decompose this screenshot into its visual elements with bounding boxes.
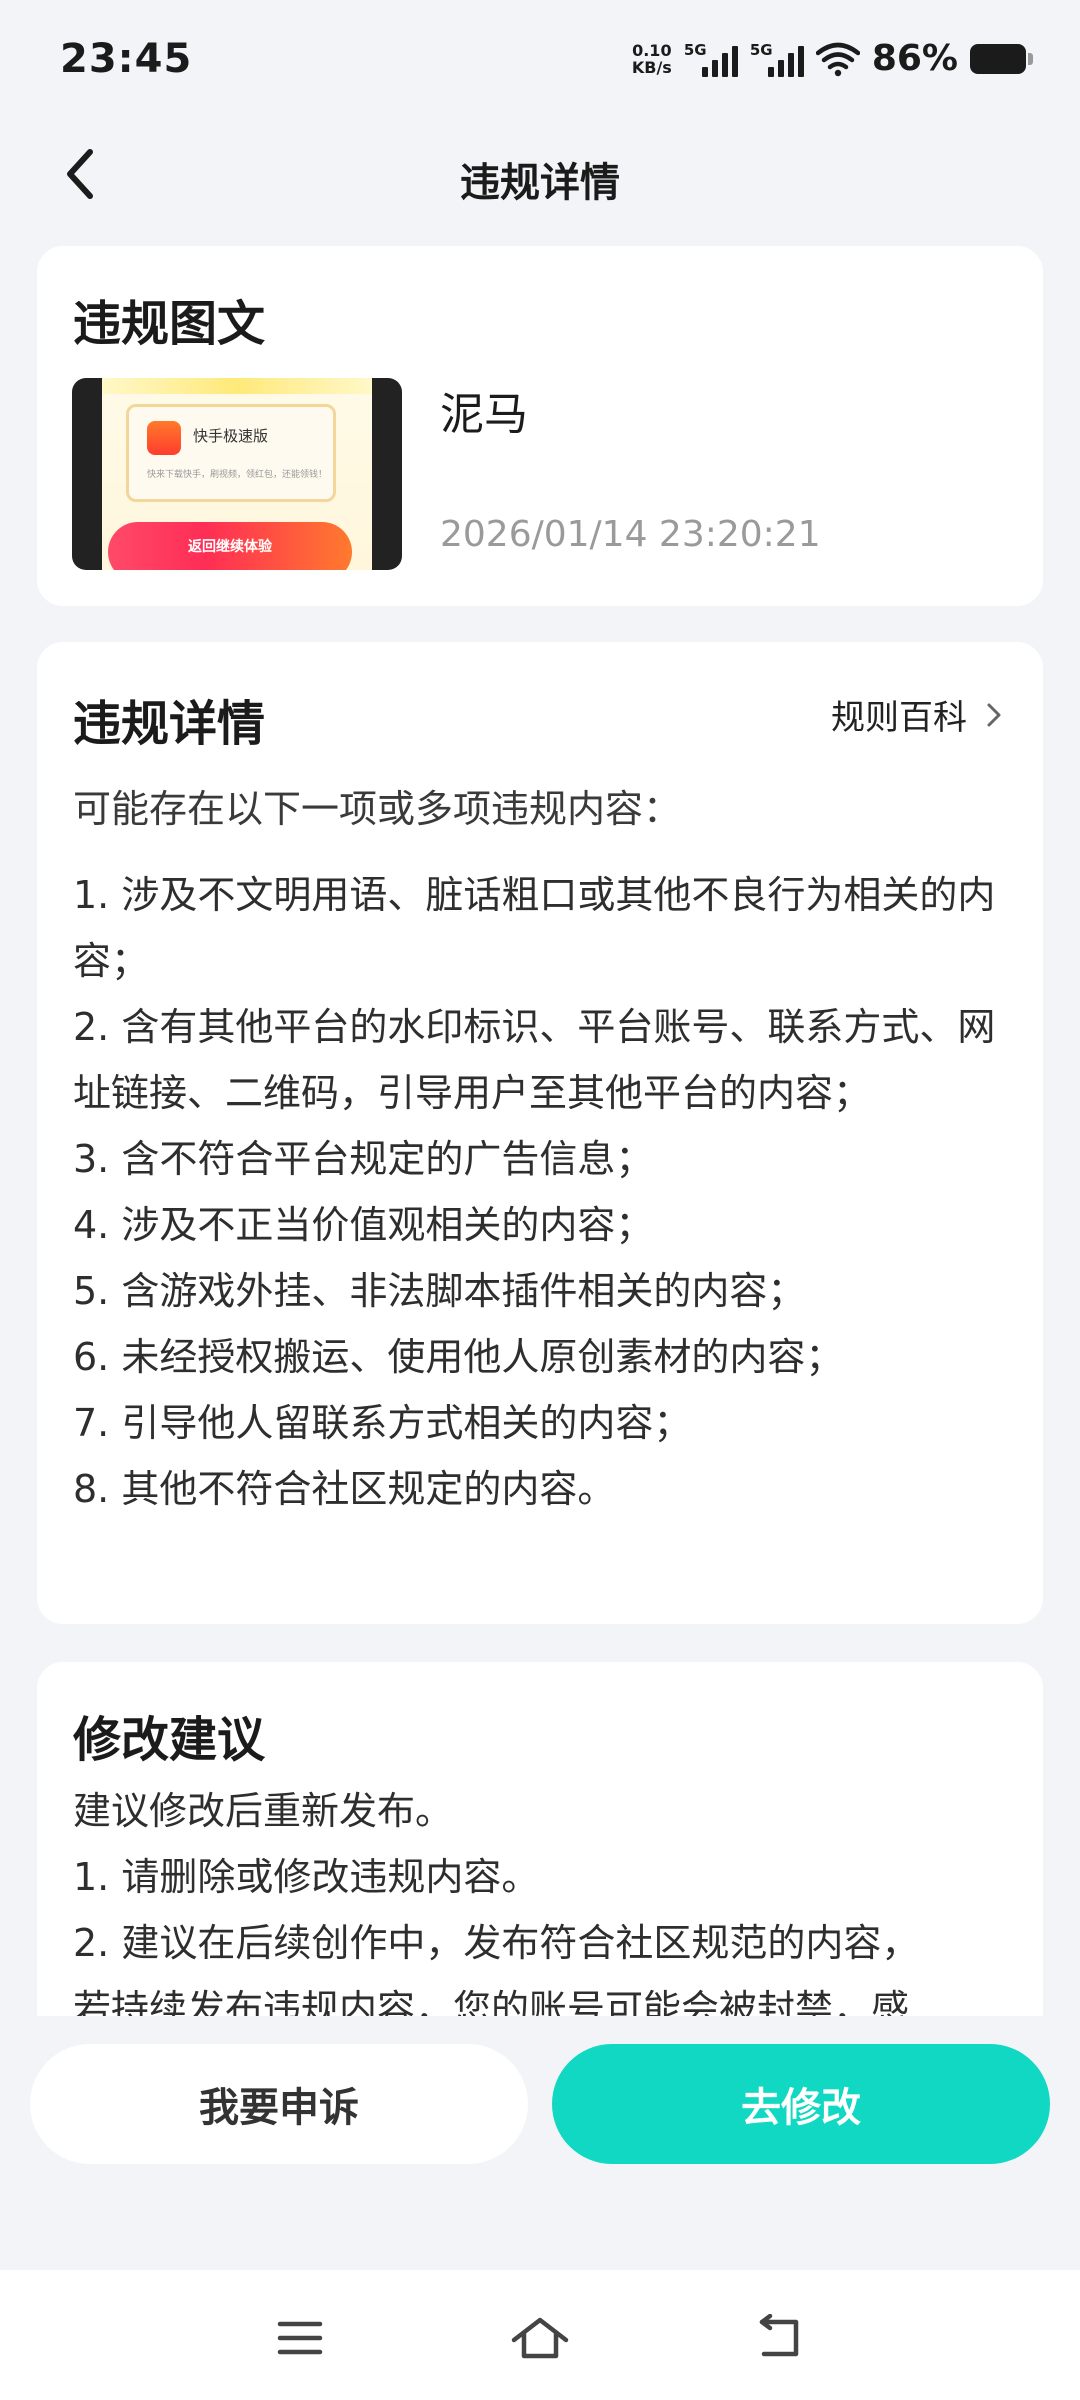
thumbnail-app-panel: 快手极速版 快来下载快手，刷视频，领红包，还能领钱！	[126, 404, 336, 502]
net-speed-unit: KB/s	[631, 57, 672, 77]
suggestions-section-title: 修改建议	[73, 1712, 266, 1768]
page-title: 违规详情	[460, 160, 620, 206]
battery-icon	[970, 43, 1033, 74]
violation-item: 2. 含有其他平台的水印标识、平台账号、联系方式、网址链接、二维码，引导用户至其…	[73, 1005, 996, 1115]
post-card: 违规图文 快手极速版 快来下载快手，刷视频，领红包，还能领钱！ 返回继续体验 泥…	[37, 246, 1043, 606]
net-speed: 0.10 KB/s	[632, 42, 672, 76]
recents-button[interactable]	[260, 2298, 340, 2378]
back-arrow-icon	[759, 2314, 799, 2357]
suggestion-line: 2. 建议在后续创作中，发布符合社区规范的内容，	[73, 1921, 920, 1965]
chevron-right-icon	[987, 703, 1001, 726]
thumbnail-button-label: 返回继续体验	[188, 539, 272, 555]
signal-icon: 5G	[684, 41, 738, 77]
rules-link-label: 规则百科	[831, 698, 967, 738]
violation-item: 6. 未经授权搬运、使用他人原创素材的内容；	[73, 1335, 844, 1379]
thumbnail-header-strip	[102, 378, 372, 394]
violation-item: 5. 含游戏外挂、非法脚本插件相关的内容；	[73, 1269, 806, 1313]
thumbnail-description: 快来下载快手，刷视频，领红包，还能领钱！	[147, 470, 328, 480]
details-intro: 可能存在以下一项或多项违规内容：	[73, 787, 682, 831]
signal-1-label: 5G	[683, 40, 707, 59]
suggestions-card: 修改建议 建议修改后重新发布。 1. 请删除或修改违规内容。 2. 建议在后续创…	[37, 1662, 1043, 2022]
violation-item: 1. 涉及不文明用语、脏话粗口或其他不良行为相关的内容；	[73, 873, 996, 983]
system-nav-bar	[0, 2270, 1080, 2400]
signal-2-label: 5G	[749, 40, 773, 59]
edit-button[interactable]: 去修改	[552, 2044, 1050, 2164]
suggestion-line: 建议修改后重新发布。	[73, 1789, 454, 1833]
violation-item: 8. 其他不符合社区规定的内容。	[73, 1467, 616, 1511]
action-bar: 我要申诉 去修改	[0, 2016, 1080, 2270]
wifi-icon	[815, 42, 860, 76]
suggestions-list: 建议修改后重新发布。 1. 请删除或修改违规内容。 2. 建议在后续创作中，发布…	[73, 1778, 1013, 2022]
net-speed-value: 0.10	[632, 40, 672, 60]
status-time: 23:45	[60, 36, 193, 82]
thumbnail-app-name: 快手极速版	[193, 427, 269, 445]
violation-details-card: 违规详情 规则百科 可能存在以下一项或多项违规内容： 1. 涉及不文明用语、脏话…	[37, 642, 1043, 1624]
app-logo-icon	[147, 421, 181, 455]
suggestion-line: 1. 请删除或修改违规内容。	[73, 1855, 540, 1899]
post-username: 泥马	[440, 389, 528, 440]
violation-item: 7. 引导他人留联系方式相关的内容；	[73, 1401, 692, 1445]
violation-item: 3. 含不符合平台规定的广告信息；	[73, 1137, 654, 1181]
post-section-title: 违规图文	[73, 296, 266, 352]
status-bar: 23:45 0.10 KB/s 5G 5G 86%	[0, 0, 1080, 120]
appeal-button[interactable]: 我要申诉	[30, 2044, 528, 2164]
rules-encyclopedia-link[interactable]: 规则百科	[831, 690, 1003, 739]
home-icon	[511, 2317, 569, 2359]
home-button[interactable]	[500, 2298, 580, 2378]
back-nav-button[interactable]	[740, 2298, 820, 2378]
violation-list: 1. 涉及不文明用语、脏话粗口或其他不良行为相关的内容； 2. 含有其他平台的水…	[73, 862, 1013, 1522]
signal-icon: 5G	[750, 41, 804, 77]
details-section-title: 违规详情	[73, 696, 266, 752]
violation-item: 4. 涉及不正当价值观相关的内容；	[73, 1203, 654, 1247]
thumbnail-button: 返回继续体验	[108, 522, 352, 570]
status-icons: 0.10 KB/s 5G 5G 86%	[632, 38, 1033, 79]
thumbnail-content: 快手极速版 快来下载快手，刷视频，领红包，还能领钱！ 返回继续体验	[102, 378, 372, 570]
battery-percent: 86%	[871, 38, 958, 79]
menu-icon	[277, 2321, 323, 2355]
nav-bar: 违规详情	[0, 130, 1080, 220]
post-timestamp: 2026/01/14 23:20:21	[440, 514, 821, 555]
post-thumbnail[interactable]: 快手极速版 快来下载快手，刷视频，领红包，还能领钱！ 返回继续体验	[72, 378, 402, 570]
